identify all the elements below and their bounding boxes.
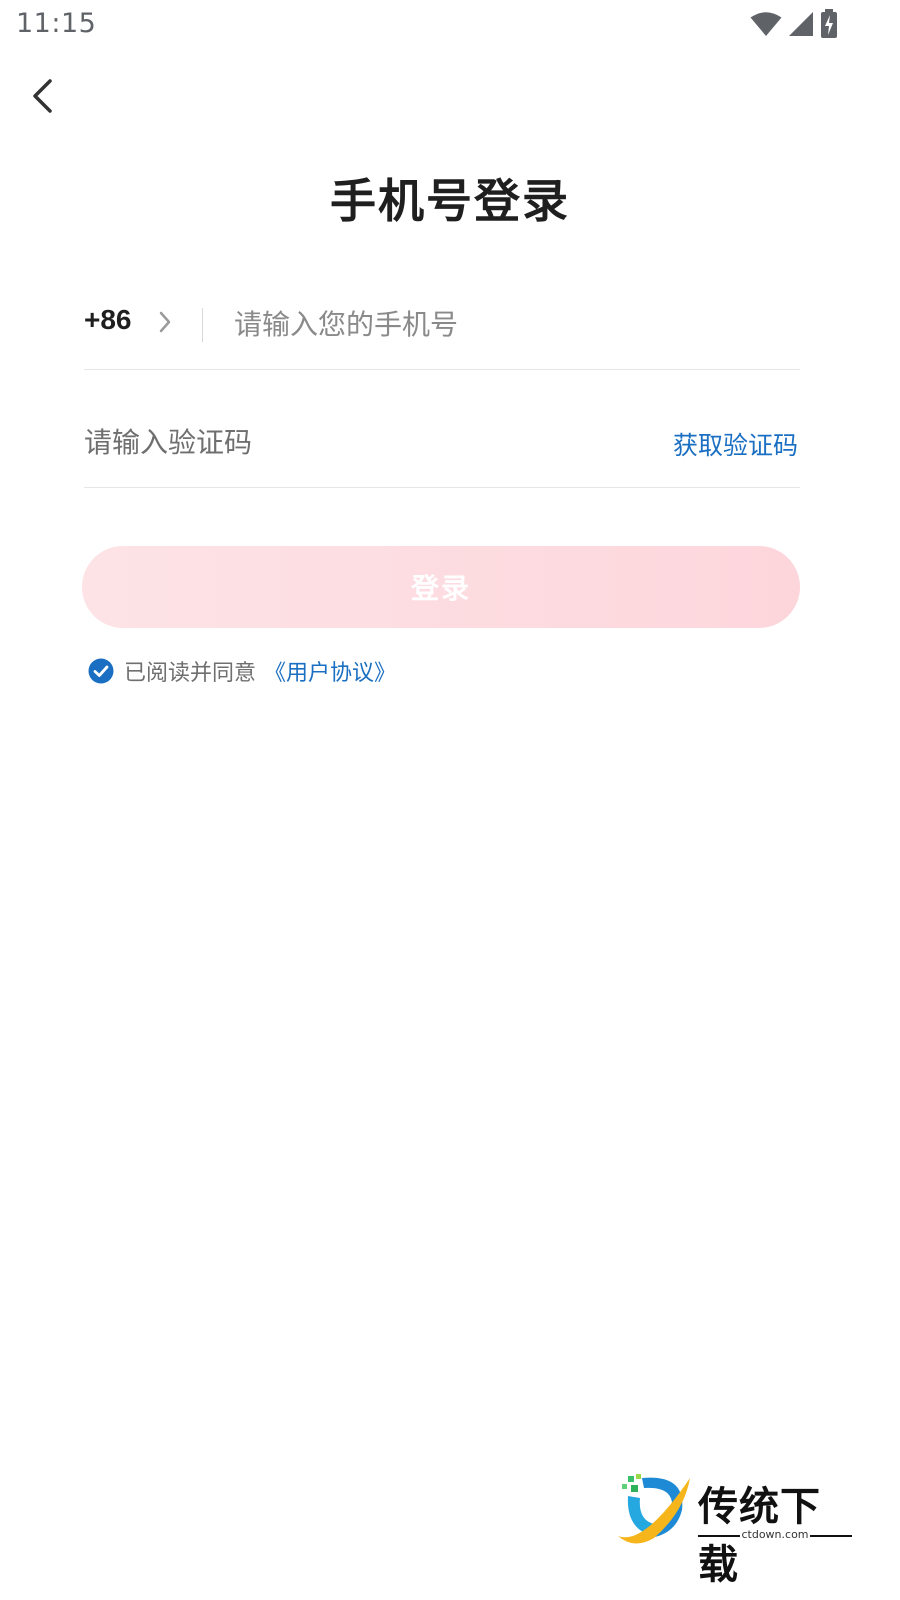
battery-charging-icon bbox=[821, 9, 837, 38]
get-code-button[interactable]: 获取验证码 bbox=[673, 426, 798, 462]
country-code[interactable]: +86 bbox=[84, 304, 132, 336]
status-time: 11:15 bbox=[16, 8, 97, 39]
divider bbox=[202, 308, 203, 342]
back-button[interactable] bbox=[22, 74, 62, 118]
watermark-emblem-icon bbox=[618, 1474, 690, 1544]
status-icons bbox=[750, 8, 838, 40]
phone-row: +86 bbox=[84, 290, 800, 370]
status-bar: 11:15 bbox=[0, 0, 900, 50]
cell-signal-icon bbox=[789, 12, 813, 36]
watermark-logo: 传统下载 ctdown.com bbox=[614, 1472, 858, 1588]
user-agreement-link[interactable]: 《用户协议》 bbox=[264, 655, 396, 687]
agreement-row: 已阅读并同意 《用户协议》 bbox=[88, 655, 396, 687]
verification-code-input[interactable] bbox=[84, 418, 604, 466]
chevron-left-icon bbox=[33, 79, 52, 113]
agreement-text: 已阅读并同意 bbox=[124, 661, 257, 686]
page-title: 手机号登录 bbox=[330, 174, 570, 228]
wifi-icon bbox=[750, 12, 782, 36]
checkbox-checked-icon[interactable] bbox=[88, 658, 114, 684]
login-button[interactable]: 登录 bbox=[82, 546, 800, 628]
watermark-line-right bbox=[810, 1535, 852, 1537]
phone-input[interactable] bbox=[234, 300, 794, 348]
chevron-right-icon[interactable] bbox=[158, 310, 172, 334]
code-row: 获取验证码 bbox=[84, 408, 800, 488]
